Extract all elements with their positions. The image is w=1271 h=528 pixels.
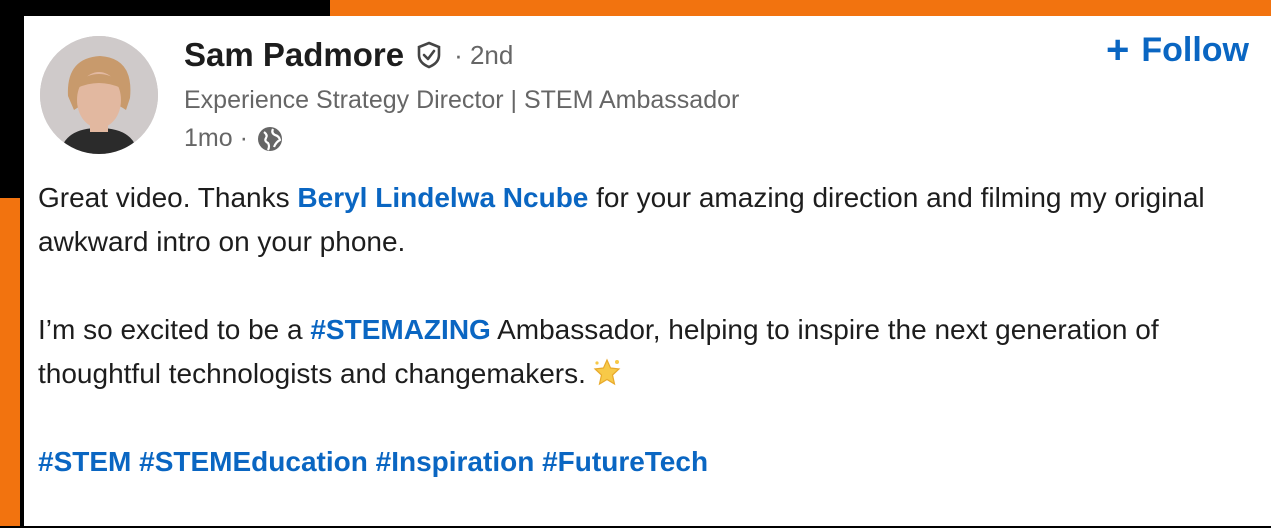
paragraph-1: Great video. Thanks Beryl Lindelwa Ncube…	[38, 176, 1258, 264]
verified-shield-icon	[417, 41, 441, 69]
hashtag-futuretech[interactable]: #FutureTech	[542, 446, 708, 477]
connection-degree: · 2nd	[454, 39, 514, 70]
hashtag-stemeducation[interactable]: #STEMEducation	[139, 446, 368, 477]
post-body: Great video. Thanks Beryl Lindelwa Ncube…	[38, 176, 1258, 528]
hashtag-stem[interactable]: #STEM	[38, 446, 131, 477]
post-meta: 1mo ·	[184, 124, 284, 153]
paragraph-2: I’m so excited to be a #STEMAZING Ambass…	[38, 308, 1258, 396]
globe-icon	[257, 126, 282, 151]
author-headline: Experience Strategy Director | STEM Amba…	[184, 86, 740, 114]
avatar-photo	[40, 36, 158, 154]
mention-link[interactable]: Beryl Lindelwa Ncube	[297, 182, 588, 213]
paragraph-1-text-start: Great video. Thanks	[38, 182, 298, 213]
post-time: 1mo ·	[184, 124, 248, 152]
hashtag-list: #STEM #STEMEducation #Inspiration #Futur…	[38, 440, 1258, 484]
author-name-row: Sam Padmore · 2nd	[184, 36, 513, 74]
avatar[interactable]	[40, 36, 158, 154]
hashtag-inspiration[interactable]: #Inspiration	[376, 446, 535, 477]
follow-button[interactable]: + Follow	[1106, 30, 1249, 70]
post-card: Sam Padmore · 2nd Experience Strategy Di…	[20, 16, 1271, 526]
follow-label: Follow	[1141, 30, 1249, 69]
sparkle-star-icon	[593, 358, 621, 386]
author-name[interactable]: Sam Padmore	[184, 36, 404, 74]
hashtag-stemazing[interactable]: #STEMAZING	[310, 314, 490, 345]
orange-frame-left	[0, 198, 20, 526]
orange-frame-top	[330, 0, 1271, 16]
paragraph-2-text-start: I’m so excited to be a	[38, 314, 311, 345]
plus-icon: +	[1105, 28, 1130, 72]
